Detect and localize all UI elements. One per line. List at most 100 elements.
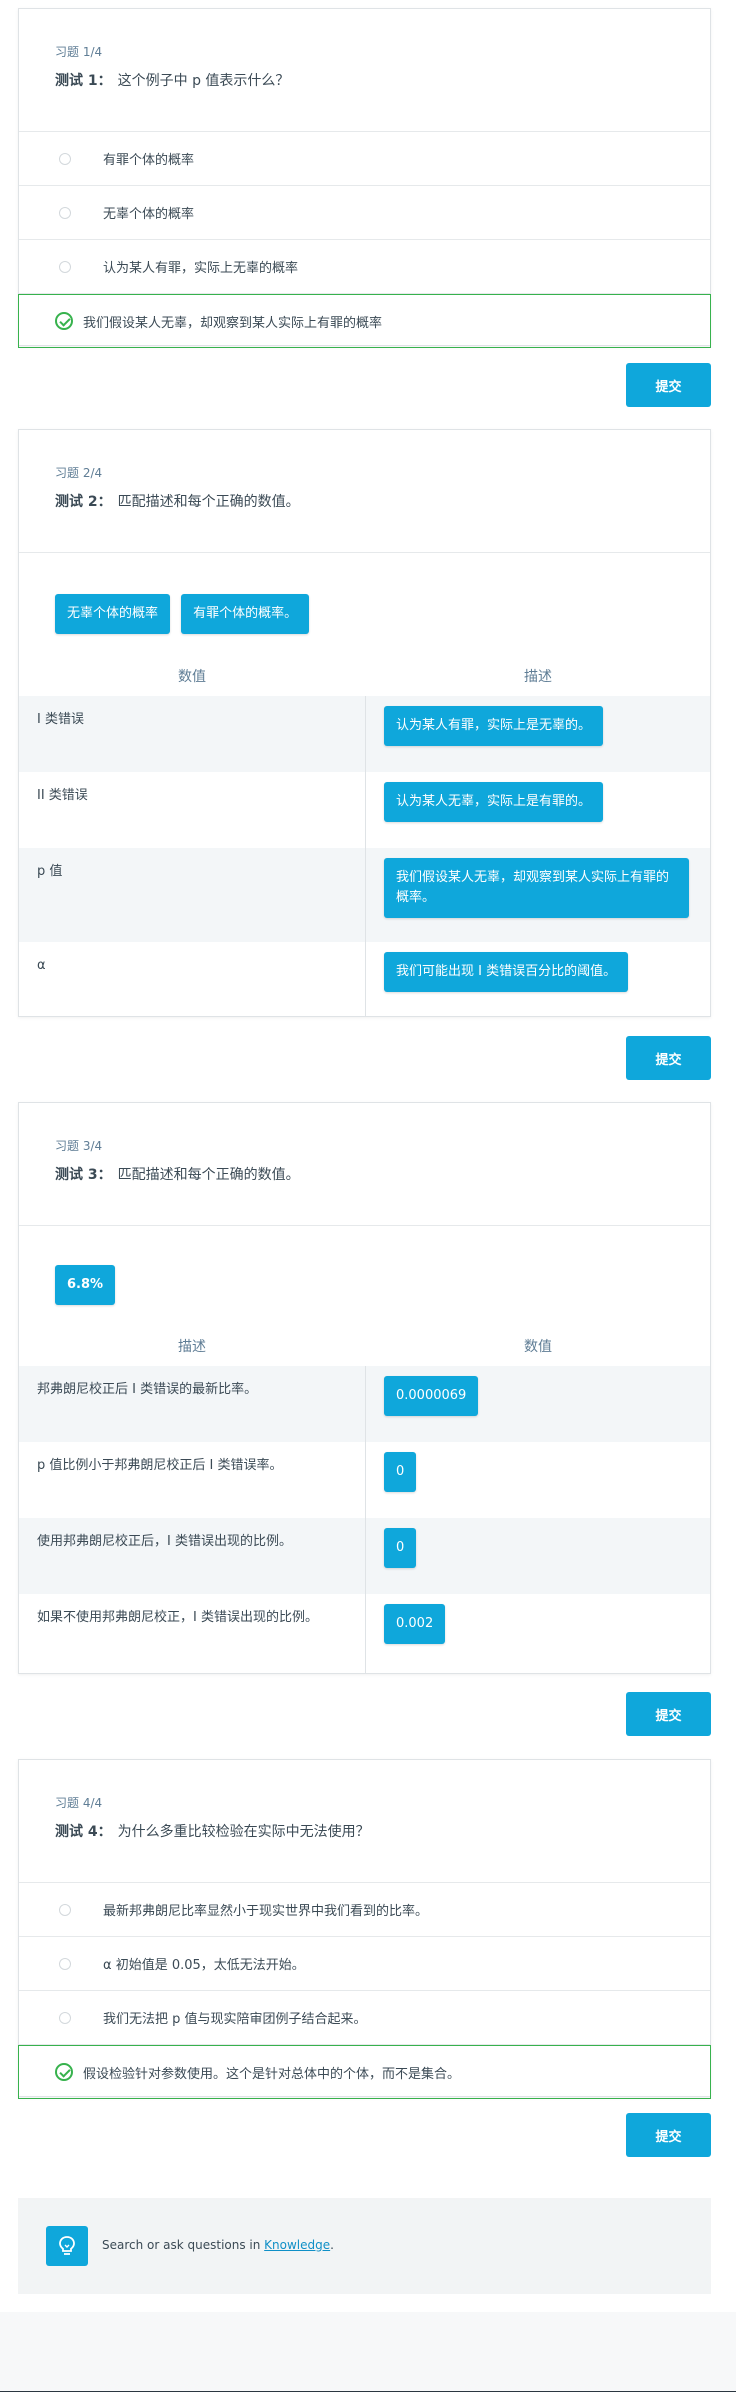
quiz-card-3: 习题 3/4 测试 3： 匹配描述和每个正确的数值。 6.8% 描述 数值 邦弗朗… — [18, 1102, 711, 1674]
description-label: 使用邦弗朗尼校正后，I 类错误出现的比例。 — [37, 1534, 292, 1549]
quiz-card-4: 习题 4/4 测试 4： 为什么多重比较检验在实际中无法使用？ 最新邦弗朗尼比率显… — [18, 1759, 711, 2099]
option-label: 我们无法把 p 值与现实陪审团例子结合起来。 — [103, 2012, 367, 2027]
question-header: 习题 3/4 测试 3： 匹配描述和每个正确的数值。 — [19, 1103, 710, 1226]
answer-pool: 无辜个体的概率 有罪个体的概率。 — [55, 594, 310, 634]
question-text: 匹配描述和每个正确的数值。 — [117, 1167, 300, 1183]
drop-zone[interactable]: 我们可能出现 I 类错误百分比的阈值。 — [365, 942, 710, 1016]
answer-option[interactable]: 我们无法把 p 值与现实陪审团例子结合起来。 — [19, 1991, 710, 2045]
placed-answer[interactable]: 0 — [384, 1452, 417, 1492]
submit-button[interactable]: 提交 — [626, 363, 711, 407]
quiz-label: 测试 4： — [55, 1824, 112, 1840]
match-row: p 值 我们假设某人无辜，却观察到某人实际上有罪的概率。 — [19, 848, 710, 942]
question-title: 测试 1： 这个例子中 p 值表示什么？ — [55, 70, 674, 90]
question-title: 测试 3： 匹配描述和每个正确的数值。 — [55, 1164, 674, 1184]
answer-option[interactable]: α 初始值是 0.05，太低无法开始。 — [19, 1937, 710, 1991]
knowledge-banner: Search or ask questions in Knowledge. — [18, 2198, 711, 2294]
option-label: 认为某人有罪，实际上无辜的概率 — [103, 261, 299, 276]
page-bottom — [0, 2312, 736, 2392]
drop-zone[interactable]: 0 — [365, 1442, 710, 1518]
knowledge-prefix: Search or ask questions in — [102, 2238, 265, 2252]
submit-button[interactable]: 提交 — [626, 2113, 711, 2157]
match-row: 邦弗朗尼校正后 I 类错误的最新比率。 0.0000069 — [19, 1366, 710, 1442]
knowledge-link[interactable]: Knowledge — [264, 2238, 330, 2252]
match-row: I 类错误 认为某人有罪，实际上是无辜的。 — [19, 696, 710, 772]
drop-zone[interactable]: 0.0000069 — [365, 1366, 710, 1442]
quiz-label: 测试 1： — [55, 73, 112, 89]
radio-icon[interactable] — [59, 1903, 71, 1916]
exercise-label: 习题 2/4 — [55, 466, 103, 480]
answer-option[interactable]: 无辜个体的概率 — [19, 186, 710, 240]
question-header: 习题 1/4 测试 1： 这个例子中 p 值表示什么？ — [19, 9, 710, 132]
exercise-label: 习题 4/4 — [55, 1796, 103, 1810]
answer-pool: 6.8% — [55, 1265, 116, 1305]
knowledge-text: Search or ask questions in Knowledge. — [102, 2238, 334, 2252]
answer-option-selected[interactable]: 假设检验针对参数使用。这个是针对总体中的个体，而不是集合。 — [18, 2045, 711, 2099]
question-text: 这个例子中 p 值表示什么？ — [117, 73, 290, 89]
placed-answer[interactable]: 我们假设某人无辜，却观察到某人实际上有罪的概率。 — [384, 858, 689, 918]
drop-zone[interactable]: 我们假设某人无辜，却观察到某人实际上有罪的概率。 — [365, 848, 710, 942]
column-header-description: 描述 — [524, 669, 552, 685]
drop-zone[interactable]: 认为某人无辜，实际上是有罪的。 — [365, 772, 710, 848]
draggable-answer[interactable]: 无辜个体的概率 — [55, 594, 171, 634]
drop-zone[interactable]: 0 — [365, 1518, 710, 1594]
exercise-label: 习题 1/4 — [55, 45, 103, 59]
column-header-value: 数值 — [524, 1339, 552, 1355]
lightbulb-icon — [46, 2226, 88, 2266]
radio-icon[interactable] — [59, 206, 71, 219]
submit-button[interactable]: 提交 — [626, 1692, 711, 1736]
description-label: p 值比例小于邦弗朗尼校正后 I 类错误率。 — [37, 1458, 283, 1473]
description-label: 邦弗朗尼校正后 I 类错误的最新比率。 — [37, 1382, 258, 1397]
radio-icon[interactable] — [59, 152, 71, 165]
question-title: 测试 4： 为什么多重比较检验在实际中无法使用？ — [55, 1821, 674, 1841]
drop-zone[interactable]: 认为某人有罪，实际上是无辜的。 — [365, 696, 710, 772]
term-label: α — [37, 958, 46, 973]
question-text: 为什么多重比较检验在实际中无法使用？ — [117, 1824, 370, 1840]
exercise-label: 习题 3/4 — [55, 1139, 103, 1153]
submit-button[interactable]: 提交 — [626, 1036, 711, 1080]
question-text: 匹配描述和每个正确的数值。 — [117, 494, 300, 510]
term-label: II 类错误 — [37, 788, 88, 803]
answer-option[interactable]: 认为某人有罪，实际上无辜的概率 — [19, 240, 710, 294]
answer-option[interactable]: 有罪个体的概率 — [19, 132, 710, 186]
match-row: II 类错误 认为某人无辜，实际上是有罪的。 — [19, 772, 710, 848]
column-header-value: 数值 — [178, 669, 206, 685]
question-header: 习题 4/4 测试 4： 为什么多重比较检验在实际中无法使用？ — [19, 1760, 710, 1883]
knowledge-suffix: . — [330, 2238, 334, 2252]
placed-answer[interactable]: 0.0000069 — [384, 1376, 479, 1416]
term-label: I 类错误 — [37, 712, 84, 727]
placed-answer[interactable]: 认为某人有罪，实际上是无辜的。 — [384, 706, 604, 746]
placed-answer[interactable]: 我们可能出现 I 类错误百分比的阈值。 — [384, 952, 629, 992]
radio-icon[interactable] — [59, 260, 71, 273]
match-row: 如果不使用邦弗朗尼校正，I 类错误出现的比例。 0.002 — [19, 1594, 710, 1673]
option-label: 假设检验针对参数使用。这个是针对总体中的个体，而不是集合。 — [83, 2066, 461, 2082]
quiz-label: 测试 3： — [55, 1167, 112, 1183]
answer-option[interactable]: 最新邦弗朗尼比率显然小于现实世界中我们看到的比率。 — [19, 1883, 710, 1937]
check-circle-icon — [55, 312, 73, 330]
check-circle-icon — [55, 2063, 73, 2081]
answer-option-selected[interactable]: 我们假设某人无辜，却观察到某人实际上有罪的概率 — [18, 294, 711, 348]
match-row: p 值比例小于邦弗朗尼校正后 I 类错误率。 0 — [19, 1442, 710, 1518]
option-label: 有罪个体的概率 — [103, 153, 195, 168]
match-row: 使用邦弗朗尼校正后，I 类错误出现的比例。 0 — [19, 1518, 710, 1594]
placed-answer[interactable]: 0 — [384, 1528, 417, 1568]
option-label: α 初始值是 0.05，太低无法开始。 — [103, 1958, 305, 1973]
draggable-answer[interactable]: 6.8% — [55, 1265, 116, 1305]
option-label: 无辜个体的概率 — [103, 207, 195, 222]
option-label: 我们假设某人无辜，却观察到某人实际上有罪的概率 — [83, 315, 383, 331]
option-label: 最新邦弗朗尼比率显然小于现实世界中我们看到的比率。 — [103, 1904, 429, 1919]
question-title: 测试 2： 匹配描述和每个正确的数值。 — [55, 491, 674, 511]
draggable-answer[interactable]: 有罪个体的概率。 — [181, 594, 310, 634]
term-label: p 值 — [37, 864, 63, 879]
placed-answer[interactable]: 认为某人无辜，实际上是有罪的。 — [384, 782, 604, 822]
drop-zone[interactable]: 0.002 — [365, 1594, 710, 1673]
radio-icon[interactable] — [59, 2011, 71, 2024]
quiz-card-2: 习题 2/4 测试 2： 匹配描述和每个正确的数值。 无辜个体的概率 有罪个体的概… — [18, 429, 711, 1017]
column-header-description: 描述 — [178, 1339, 206, 1355]
question-header: 习题 2/4 测试 2： 匹配描述和每个正确的数值。 — [19, 430, 710, 553]
description-label: 如果不使用邦弗朗尼校正，I 类错误出现的比例。 — [37, 1610, 318, 1625]
radio-icon[interactable] — [59, 1957, 71, 1970]
quiz-card-1: 习题 1/4 测试 1： 这个例子中 p 值表示什么？ 有罪个体的概率 无辜个体的… — [18, 8, 711, 348]
placed-answer[interactable]: 0.002 — [384, 1604, 446, 1644]
quiz-label: 测试 2： — [55, 494, 112, 510]
match-row: α 我们可能出现 I 类错误百分比的阈值。 — [19, 942, 710, 1016]
